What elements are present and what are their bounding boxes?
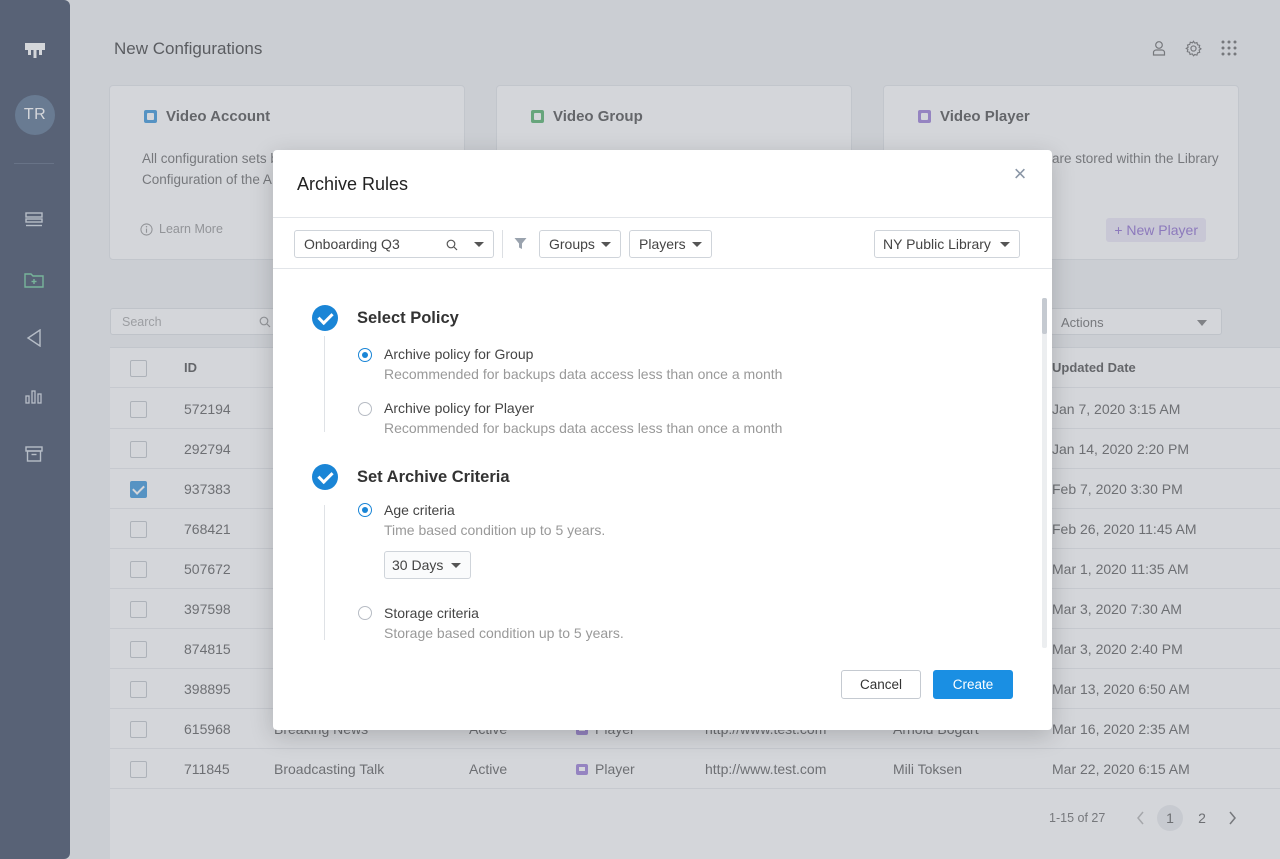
step-complete-check-icon: [312, 464, 338, 490]
cancel-button[interactable]: Cancel: [841, 670, 921, 699]
dialog-title: Archive Rules: [297, 174, 409, 194]
radio-age-criteria[interactable]: [358, 503, 372, 517]
step-connector-line: [324, 336, 325, 432]
library-label: NY Public Library: [883, 236, 991, 252]
chevron-down-icon: [474, 242, 484, 247]
project-value: Onboarding Q3: [304, 236, 400, 252]
option-label[interactable]: Archive policy for Group: [384, 346, 533, 362]
chevron-down-icon: [692, 242, 702, 247]
archive-rules-dialog: Archive Rules × Onboarding Q3 Groups Pla…: [273, 150, 1052, 730]
groups-dropdown[interactable]: Groups: [539, 230, 621, 258]
scrollbar-thumb[interactable]: [1042, 298, 1047, 334]
radio-storage-criteria[interactable]: [358, 606, 372, 620]
toolbar-divider: [502, 230, 503, 258]
players-label: Players: [639, 236, 686, 252]
scrollbar-track[interactable]: [1042, 298, 1047, 648]
groups-label: Groups: [549, 236, 595, 252]
option-label[interactable]: Age criteria: [384, 502, 455, 518]
dialog-toolbar: Onboarding Q3 Groups Players NY Public L…: [273, 217, 1052, 269]
project-search-dropdown[interactable]: Onboarding Q3: [294, 230, 494, 258]
search-icon: [446, 239, 458, 251]
step-title-archive-criteria: Set Archive Criteria: [357, 468, 510, 486]
option-description: Storage based condition up to 5 years.: [384, 625, 624, 641]
chevron-down-icon: [1000, 242, 1010, 247]
option-description: Recommended for backups data access less…: [384, 420, 783, 436]
option-label[interactable]: Archive policy for Player: [384, 400, 534, 416]
radio-policy-group[interactable]: [358, 348, 372, 362]
option-description: Recommended for backups data access less…: [384, 366, 783, 382]
create-button[interactable]: Create: [933, 670, 1013, 699]
library-dropdown[interactable]: NY Public Library: [874, 230, 1020, 258]
step-title-select-policy: Select Policy: [357, 309, 459, 327]
chevron-down-icon: [451, 563, 461, 568]
filter-icon: [514, 238, 527, 249]
dialog-body: Select Policy Archive policy for Group R…: [273, 270, 1052, 648]
close-icon[interactable]: ×: [1010, 163, 1030, 185]
option-description: Time based condition up to 5 years.: [384, 522, 606, 538]
chevron-down-icon: [601, 242, 611, 247]
radio-policy-player[interactable]: [358, 402, 372, 416]
step-complete-check-icon: [312, 305, 338, 331]
age-days-value: 30 Days: [392, 557, 444, 573]
players-dropdown[interactable]: Players: [629, 230, 712, 258]
step-connector-line: [324, 505, 325, 640]
age-days-dropdown[interactable]: 30 Days: [384, 551, 471, 579]
option-label[interactable]: Storage criteria: [384, 605, 479, 621]
